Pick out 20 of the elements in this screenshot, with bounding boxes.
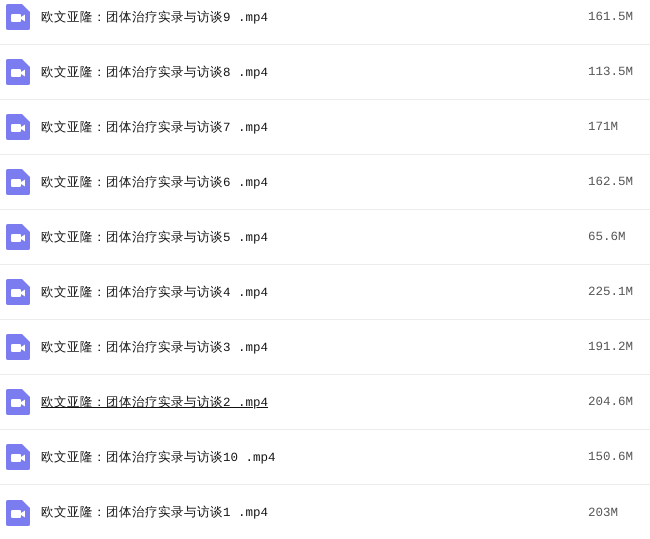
file-size: 113.5M bbox=[588, 65, 634, 79]
file-name-link[interactable]: 欧文亚隆：团体治疗实录与访谈7 .mp4 bbox=[41, 118, 268, 136]
file-name-link[interactable]: 欧文亚隆：团体治疗实录与访谈10 .mp4 bbox=[41, 448, 276, 466]
file-size: 204.6M bbox=[588, 395, 634, 409]
file-name-link[interactable]: 欧文亚隆：团体治疗实录与访谈3 .mp4 bbox=[41, 338, 268, 356]
file-name-link[interactable]: 欧文亚隆：团体治疗实录与访谈5 .mp4 bbox=[41, 228, 268, 246]
file-size: 203M bbox=[588, 506, 620, 520]
file-name-link[interactable]: 欧文亚隆：团体治疗实录与访谈9 .mp4 bbox=[41, 8, 268, 26]
file-name-link[interactable]: 欧文亚隆：团体治疗实录与访谈8 .mp4 bbox=[41, 64, 268, 80]
file-size: 161.5M bbox=[588, 10, 634, 24]
file-name-link[interactable]: 欧文亚隆：团体治疗实录与访谈4 .mp4 bbox=[41, 284, 268, 300]
file-name-link[interactable]: 欧文亚隆：团体治疗实录与访谈1 .mp4 bbox=[41, 504, 268, 521]
file-size: 225.1M bbox=[588, 285, 634, 299]
file-size: 150.6M bbox=[588, 450, 634, 464]
file-size: 171M bbox=[588, 120, 620, 134]
file-name-link[interactable]: 欧文亚隆：团体治疗实录与访谈6 .mp4 bbox=[41, 174, 268, 190]
file-size: 191.2M bbox=[588, 340, 634, 354]
file-size: 65.6M bbox=[588, 230, 627, 244]
file-size: 162.5M bbox=[588, 175, 634, 189]
file-name-link[interactable]: 欧文亚隆：团体治疗实录与访谈2 .mp4 bbox=[41, 394, 268, 410]
